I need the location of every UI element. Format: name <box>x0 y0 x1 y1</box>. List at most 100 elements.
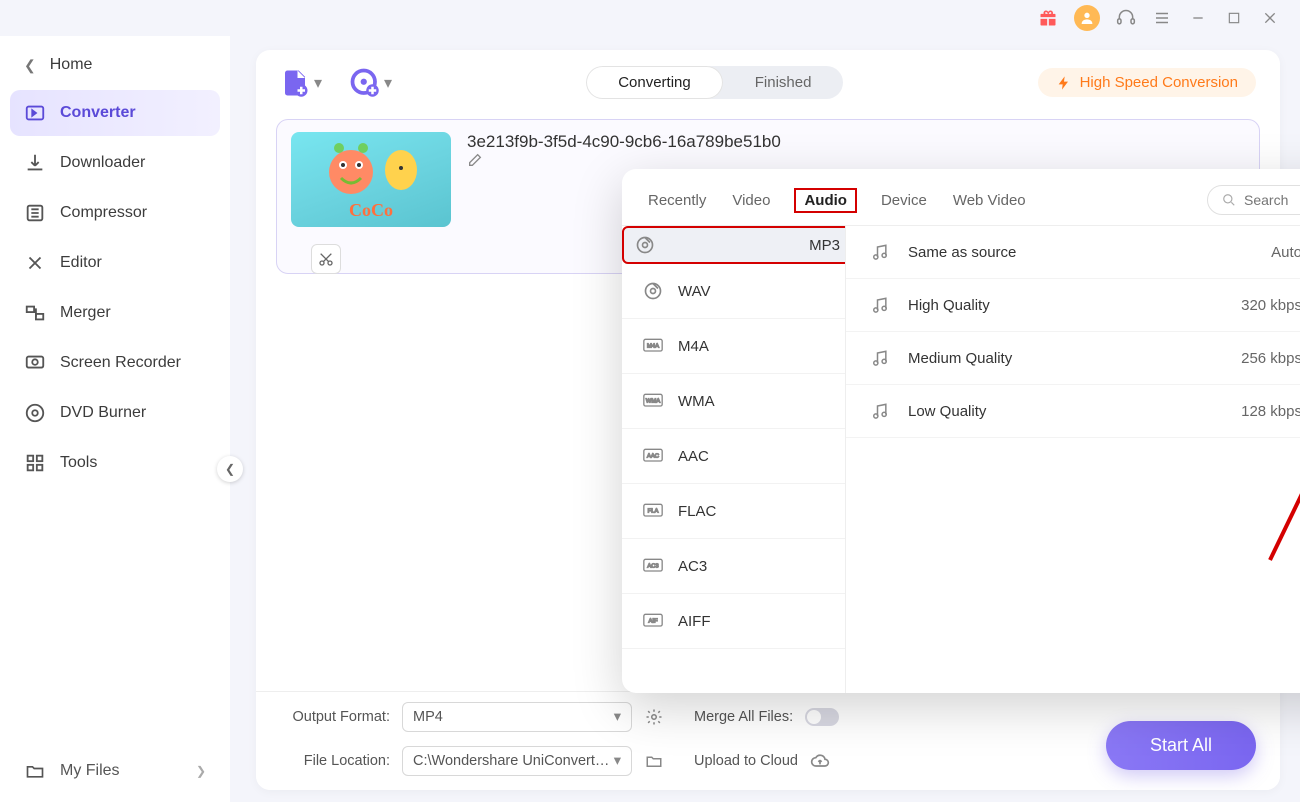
caret-down-icon: ▾ <box>384 73 392 93</box>
quality-bitrate: 256 kbps <box>1241 350 1300 367</box>
output-format-select[interactable]: MP4 ▾ <box>402 702 632 732</box>
format-label: AC3 <box>678 558 707 575</box>
nav-merger[interactable]: Merger <box>10 290 220 336</box>
caret-down-icon: ▾ <box>614 709 621 725</box>
format-ac3[interactable]: AC3AC3 <box>622 539 845 594</box>
file-thumbnail[interactable]: CoCo <box>291 132 451 227</box>
caret-down-icon: ▾ <box>314 73 322 93</box>
tab-converting[interactable]: Converting <box>586 66 723 99</box>
merge-label: Merge All Files: <box>694 709 793 725</box>
aiff-icon: AIF <box>642 610 664 632</box>
format-label: AAC <box>678 448 709 465</box>
format-label: AIFF <box>678 613 711 630</box>
tab-device[interactable]: Device <box>879 188 929 213</box>
nav-tools[interactable]: Tools <box>10 440 220 486</box>
merger-icon <box>24 302 46 324</box>
upload-label: Upload to Cloud <box>694 753 798 769</box>
svg-text:AAC: AAC <box>647 454 659 460</box>
cloud-icon[interactable] <box>810 751 830 771</box>
add-file-button[interactable]: ▾ <box>280 68 322 98</box>
tab-video[interactable]: Video <box>730 188 772 213</box>
format-label: FLAC <box>678 503 716 520</box>
tab-audio[interactable]: Audio <box>794 188 857 213</box>
high-speed-toggle[interactable]: High Speed Conversion <box>1038 68 1256 97</box>
chevron-right-icon: ❯ <box>196 764 206 778</box>
music-note-icon <box>870 242 890 262</box>
format-aac[interactable]: AAC AAC <box>622 429 845 484</box>
tab-finished[interactable]: Finished <box>723 66 844 99</box>
format-label: M4A <box>678 338 709 355</box>
sidebar: ❮ Home Converter Downloader Compressor E… <box>0 36 230 802</box>
folder-icon <box>24 760 46 782</box>
format-search[interactable] <box>1207 185 1300 215</box>
format-label: WMA <box>678 393 715 410</box>
nav-converter[interactable]: Converter <box>10 90 220 136</box>
format-wav[interactable]: WAV <box>622 264 845 319</box>
close-icon[interactable] <box>1260 8 1280 28</box>
wav-icon <box>642 280 664 302</box>
nav-label: DVD Burner <box>60 404 146 422</box>
support-icon[interactable] <box>1116 8 1136 28</box>
format-flac[interactable]: FLA FLAC <box>622 484 845 539</box>
quality-option[interactable]: Same as sourceAuto <box>846 226 1300 279</box>
caret-down-icon: ▾ <box>614 753 621 769</box>
quality-option[interactable]: High Quality320 kbps <box>846 279 1300 332</box>
bolt-icon <box>1056 75 1072 91</box>
menu-icon[interactable] <box>1152 8 1172 28</box>
format-mp3[interactable]: MP3 <box>622 226 846 264</box>
screen-recorder-icon <box>24 352 46 374</box>
high-speed-label: High Speed Conversion <box>1080 74 1238 91</box>
chevron-left-icon: ❮ <box>24 57 36 74</box>
title-bar <box>0 0 1300 36</box>
minimize-icon[interactable] <box>1188 8 1208 28</box>
open-folder-icon[interactable] <box>644 751 664 771</box>
nav-label: Screen Recorder <box>60 354 181 372</box>
bottom-bar: Output Format: MP4 ▾ Merge All Files: Fi… <box>256 691 1280 790</box>
merge-toggle[interactable] <box>805 708 839 726</box>
tab-web-video[interactable]: Web Video <box>951 188 1028 213</box>
format-aiff[interactable]: AIF AIFF <box>622 594 845 649</box>
svg-text:FLA: FLA <box>648 509 659 515</box>
file-name: 3e213f9b-3f5d-4c90-9cb6-16a789be51b0 <box>467 132 781 151</box>
maximize-icon[interactable] <box>1224 8 1244 28</box>
gift-icon[interactable] <box>1038 8 1058 28</box>
my-files[interactable]: My Files ❯ <box>10 748 220 794</box>
nav-compressor[interactable]: Compressor <box>10 190 220 236</box>
quality-label: Medium Quality <box>908 350 1012 367</box>
format-m4a[interactable]: M4A M4A <box>622 319 845 374</box>
svg-text:M4A: M4A <box>647 344 659 350</box>
thumb-caption: CoCo <box>349 200 393 221</box>
quality-label: Low Quality <box>908 403 986 420</box>
start-all-button[interactable]: Start All <box>1106 721 1256 770</box>
downloader-icon <box>24 152 46 174</box>
quality-option[interactable]: Low Quality128 kbps <box>846 385 1300 438</box>
file-location-select[interactable]: C:\Wondershare UniConverter 1 ▾ <box>402 746 632 776</box>
search-icon <box>1222 193 1236 207</box>
tab-recently[interactable]: Recently <box>646 188 708 213</box>
quality-bitrate: Auto <box>1271 244 1300 261</box>
nav-home[interactable]: ❮ Home <box>10 44 220 86</box>
music-note-icon <box>870 401 890 421</box>
nav-downloader[interactable]: Downloader <box>10 140 220 186</box>
quality-option[interactable]: Medium Quality 256 kbps <box>846 332 1300 385</box>
search-input[interactable] <box>1244 192 1300 208</box>
edit-name-icon[interactable] <box>467 152 1245 168</box>
trim-button[interactable] <box>311 244 341 274</box>
svg-text:WMA: WMA <box>646 399 660 405</box>
compressor-icon <box>24 202 46 224</box>
m4a-icon: M4A <box>642 335 664 357</box>
nav-editor[interactable]: Editor <box>10 240 220 286</box>
gear-icon[interactable] <box>644 707 664 727</box>
nav-label: Compressor <box>60 204 147 222</box>
add-disc-button[interactable]: ▾ <box>350 68 392 98</box>
nav-dvd-burner[interactable]: DVD Burner <box>10 390 220 436</box>
nav-screen-recorder[interactable]: Screen Recorder <box>10 340 220 386</box>
svg-text:AIF: AIF <box>648 619 658 625</box>
nav-label: Downloader <box>60 154 145 172</box>
file-location-value: C:\Wondershare UniConverter 1 <box>413 753 614 769</box>
user-avatar-icon[interactable] <box>1074 5 1100 31</box>
wma-icon: WMA <box>642 390 664 412</box>
format-wma[interactable]: WMA WMA <box>622 374 845 429</box>
tools-icon <box>24 452 46 474</box>
nav-label: Editor <box>60 254 102 272</box>
